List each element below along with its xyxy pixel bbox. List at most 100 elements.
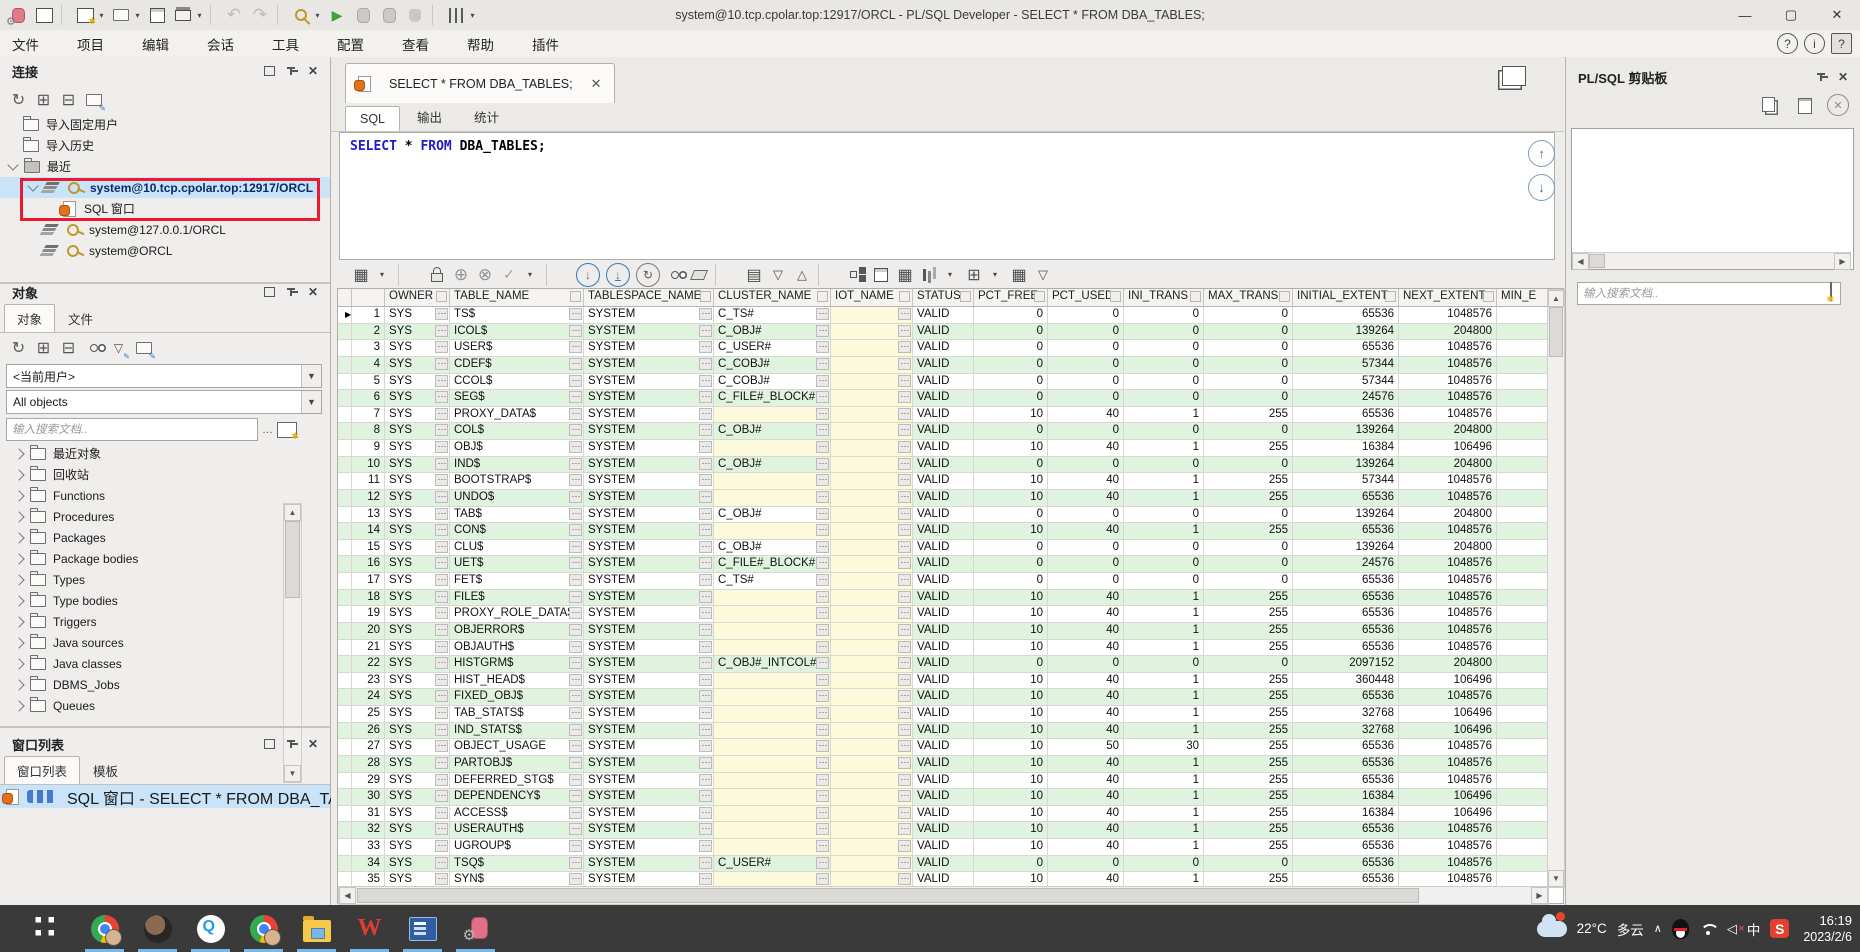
- cell-pct_free[interactable]: 10: [974, 523, 1048, 540]
- cell-pct_free[interactable]: 10: [974, 822, 1048, 839]
- cell-owner[interactable]: SYS⋯: [385, 490, 450, 507]
- cascade-windows-icon[interactable]: [1502, 66, 1526, 86]
- cell-next_extent[interactable]: 106496: [1399, 673, 1497, 690]
- cell-initial_extent[interactable]: 65536: [1293, 573, 1399, 590]
- cell-cluster_name[interactable]: C_COBJ#⋯: [714, 374, 831, 391]
- table-row[interactable]: 34SYS⋯TSQ$⋯SYSTEM⋯C_USER#⋯⋯VALID00006553…: [338, 856, 1563, 873]
- chevron-icon[interactable]: [13, 616, 24, 627]
- connect-key-icon[interactable]: [289, 3, 313, 27]
- cell-pct_used[interactable]: 40: [1048, 490, 1124, 507]
- cell-max_trans[interactable]: 255: [1204, 673, 1293, 690]
- cell-editor-button[interactable]: ⋯: [898, 624, 911, 636]
- cell-editor-button[interactable]: ⋯: [435, 524, 448, 536]
- panel-pin-icon[interactable]: [281, 734, 301, 754]
- cell-editor-button[interactable]: ⋯: [898, 840, 911, 852]
- print-icon[interactable]: [171, 3, 195, 27]
- cell-editor-button[interactable]: ⋯: [898, 707, 911, 719]
- cell-next_extent[interactable]: 1048576: [1399, 340, 1497, 357]
- cell-pct_used[interactable]: 40: [1048, 706, 1124, 723]
- panel-close-icon[interactable]: ✕: [303, 734, 323, 754]
- cell-next_extent[interactable]: 1048576: [1399, 374, 1497, 391]
- cell-editor-button[interactable]: ⋯: [816, 508, 829, 520]
- row-marker-cell[interactable]: [338, 523, 352, 540]
- row-number-cell[interactable]: 2: [352, 324, 385, 341]
- cell-next_extent[interactable]: 204800: [1399, 540, 1497, 557]
- cell-editor-button[interactable]: ⋯: [569, 607, 582, 619]
- cell-editor-button[interactable]: ⋯: [699, 458, 712, 470]
- cell-editor-button[interactable]: ⋯: [898, 441, 911, 453]
- row-marker-cell[interactable]: [338, 773, 352, 790]
- db-commit-icon[interactable]: [351, 3, 375, 27]
- column-header-CLUSTER_NAME[interactable]: CLUSTER_NAME: [714, 289, 831, 306]
- dd-icon[interactable]: ▾: [519, 264, 541, 286]
- cell-ini_trans[interactable]: 0: [1124, 357, 1204, 374]
- cell-status[interactable]: VALID: [913, 407, 974, 424]
- panel-pin-icon[interactable]: [281, 282, 301, 302]
- cell-min_extents[interactable]: [1497, 340, 1549, 357]
- cell-iot_name[interactable]: ⋯: [831, 623, 913, 640]
- cell-min_extents[interactable]: [1497, 839, 1549, 856]
- cell-initial_extent[interactable]: 65536: [1293, 340, 1399, 357]
- cell-editor-button[interactable]: ⋯: [435, 757, 448, 769]
- cell-initial_extent[interactable]: 65536: [1293, 856, 1399, 873]
- row-number-cell[interactable]: 28: [352, 756, 385, 773]
- cell-editor-button[interactable]: ⋯: [898, 657, 911, 669]
- cell-table_name[interactable]: COL$⋯: [450, 423, 584, 440]
- cell-cluster_name[interactable]: ⋯: [714, 440, 831, 457]
- dd-icon[interactable]: ▾: [939, 264, 961, 286]
- cell-owner[interactable]: SYS⋯: [385, 673, 450, 690]
- cell-table_name[interactable]: OBJECT_USAGE⋯: [450, 739, 584, 756]
- cell-status[interactable]: VALID: [913, 540, 974, 557]
- menu-配置[interactable]: 配置: [325, 31, 376, 57]
- cell-table_name[interactable]: SEG$⋯: [450, 390, 584, 407]
- cell-editor-button[interactable]: ⋯: [569, 441, 582, 453]
- cell-editor-button[interactable]: ⋯: [569, 657, 582, 669]
- cell-max_trans[interactable]: 0: [1204, 307, 1293, 324]
- cell-cluster_name[interactable]: ⋯: [714, 590, 831, 607]
- cell-iot_name[interactable]: ⋯: [831, 789, 913, 806]
- cell-cluster_name[interactable]: ⋯: [714, 822, 831, 839]
- cell-initial_extent[interactable]: 16384: [1293, 789, 1399, 806]
- cell-editor-button[interactable]: ⋯: [699, 341, 712, 353]
- row-number-cell[interactable]: 6: [352, 390, 385, 407]
- cell-ini_trans[interactable]: 1: [1124, 623, 1204, 640]
- cell-initial_extent[interactable]: 16384: [1293, 806, 1399, 823]
- row-marker-cell[interactable]: [338, 440, 352, 457]
- app-logo-icon[interactable]: [6, 3, 30, 27]
- taskbar-app-avatar-photo[interactable]: [131, 905, 184, 952]
- cell-max_trans[interactable]: 0: [1204, 507, 1293, 524]
- table-row[interactable]: 19SYS⋯PROXY_ROLE_DATA$⋯SYSTEM⋯⋯⋯VALID104…: [338, 606, 1563, 623]
- cell-editor-button[interactable]: ⋯: [569, 774, 582, 786]
- cell-pct_free[interactable]: 10: [974, 606, 1048, 623]
- cell-ini_trans[interactable]: 1: [1124, 640, 1204, 657]
- cell-table_name[interactable]: FILE$⋯: [450, 590, 584, 607]
- cell-editor-button[interactable]: ⋯: [898, 790, 911, 802]
- cell-cluster_name[interactable]: C_OBJ#⋯: [714, 324, 831, 341]
- cell-cluster_name[interactable]: ⋯: [714, 606, 831, 623]
- maximize-button[interactable]: ▢: [1768, 0, 1814, 30]
- cell-editor-button[interactable]: ⋯: [699, 308, 712, 320]
- start-button[interactable]: [30, 917, 54, 941]
- cell-initial_extent[interactable]: 32768: [1293, 723, 1399, 740]
- cell-status[interactable]: VALID: [913, 723, 974, 740]
- cell-pct_free[interactable]: 0: [974, 390, 1048, 407]
- cell-cluster_name[interactable]: ⋯: [714, 839, 831, 856]
- column-header-OWNER[interactable]: OWNER: [385, 289, 450, 306]
- cell-tablespace_name[interactable]: SYSTEM⋯: [584, 640, 714, 657]
- row-number-cell[interactable]: 25: [352, 706, 385, 723]
- cell-next_extent[interactable]: 1048576: [1399, 556, 1497, 573]
- chevron-icon[interactable]: [13, 679, 24, 690]
- cell-ini_trans[interactable]: 0: [1124, 324, 1204, 341]
- row-number-cell[interactable]: 15: [352, 540, 385, 557]
- cell-cluster_name[interactable]: ⋯: [714, 490, 831, 507]
- cell-initial_extent[interactable]: 65536: [1293, 490, 1399, 507]
- row-number-cell[interactable]: 9: [352, 440, 385, 457]
- cell-owner[interactable]: SYS⋯: [385, 374, 450, 391]
- cell-editor-button[interactable]: ⋯: [816, 341, 829, 353]
- cell-editor-button[interactable]: ⋯: [816, 840, 829, 852]
- cell-next_extent[interactable]: 106496: [1399, 789, 1497, 806]
- cell-cluster_name[interactable]: ⋯: [714, 723, 831, 740]
- cell-editor-button[interactable]: ⋯: [435, 491, 448, 503]
- cell-ini_trans[interactable]: 0: [1124, 656, 1204, 673]
- clear-icon[interactable]: [688, 264, 710, 286]
